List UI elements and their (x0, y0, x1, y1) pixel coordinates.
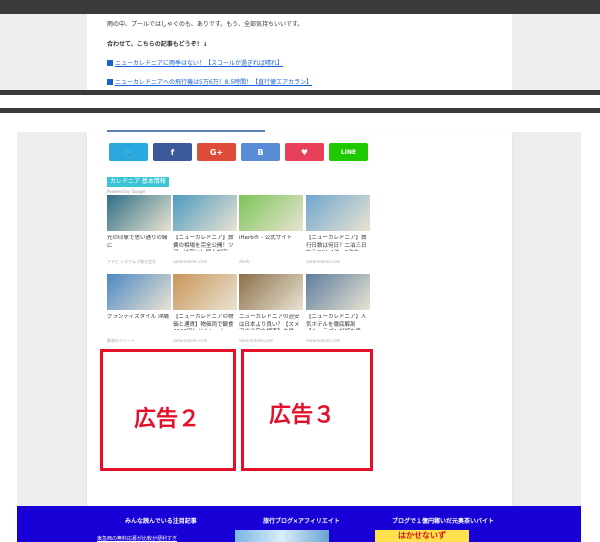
ad-caption: グランディスタイル 沖縄 (107, 314, 169, 320)
hatena-icon: B (257, 147, 264, 157)
line-share-button[interactable]: LINE (329, 143, 368, 161)
related-ad-card[interactable]: 【ニューカレドニア】人気ホテルを徹底解剖【ル・ラゴンが超お手... sakamot… (306, 274, 370, 343)
ad-caption: 【ニューカレドニア】旅費の相場を完全公開！ツアーは高い！個人が安... (173, 235, 234, 251)
footer-col2-title: 旅行ブログ×アフィリエイト (263, 518, 340, 525)
related-ad-card[interactable]: 【ニューカレドニア】旅費の相場を完全公開！ツアーは高い！個人が安... sakam… (173, 195, 237, 264)
line-icon: LINE (340, 148, 357, 156)
link-bullet-icon (107, 60, 113, 66)
ad-thumbnail (239, 274, 303, 310)
related-link-2-label: ニューカレドニアへの飛行機は5万6万！8.5時間！【直行便エアカラン】 (115, 79, 313, 86)
ad-caption: 【ニューカレドニア】人気ホテルを徹底解剖【ル・ラゴンが超お手... (306, 314, 367, 330)
related-ad-card[interactable]: 【ニューカレドニア】旅行日数は何日？二泊三日からOK！4泊・5泊な... saka… (306, 195, 370, 264)
hatena-share-button[interactable]: B (241, 143, 280, 161)
article-screenshot-top: 雨の中、プールではしゃぐのも、ありです。もう、全部気持ちいいです。 合わせて、こ… (0, 14, 600, 90)
ad-thumbnail (173, 195, 237, 231)
footer-col1-title: みんな読んでいる注目記事 (125, 518, 197, 525)
ad-slot-3-label: 広告３ (269, 403, 336, 428)
footer-col3-title: ブログで１億円稼いだ元奥茶いバイト (392, 518, 495, 525)
related-ad-card[interactable]: グランディスタイル 沖縄 静寂のリゾート (107, 274, 171, 344)
footer-col3-banner[interactable]: はかせないず (375, 530, 469, 542)
article-text-line: 雨の中、プールではしゃぐのも、ありです。もう、全部気持ちいいです。 (107, 21, 304, 28)
related-link-1-label: ニューカレドニアに雨季はない！【スコールが過ぎれば晴れ】 (115, 60, 284, 67)
pocket-icon: ♥ (300, 147, 309, 157)
divider-line (107, 130, 265, 132)
divider-gap (0, 95, 600, 108)
ad-slot-2-label: 広告２ (134, 407, 201, 432)
ad-thumbnail (107, 274, 171, 310)
related-link-1[interactable]: ニューカレドニアに雨季はない！【スコールが過ぎれば晴れ】 (107, 58, 283, 67)
related-ad-card[interactable]: ニューカレドニアの治安は日本より良い？【スメアの治安を調査】六単... sakam… (239, 274, 303, 343)
article-body: 雨の中、プールではしゃぐのも、ありです。もう、全部気持ちいいです。 合わせて、こ… (87, 14, 512, 90)
ad-thumbnail (173, 274, 237, 310)
ad-thumbnail (107, 195, 171, 231)
google-plus-share-button[interactable]: G+ (197, 143, 236, 161)
ad-thumbnail (306, 195, 370, 231)
link-bullet-icon (107, 79, 113, 85)
category-tag[interactable]: カレドニア 基本情報 (107, 177, 169, 187)
ad-source: sakamotomi.com (306, 338, 341, 343)
related-heading: 合わせて、こちらの記事もどうぞ！↓ (107, 41, 208, 48)
ad-slot-2[interactable]: 広告２ (100, 349, 236, 471)
ad-source: sakamotomi.com (173, 338, 208, 343)
powered-by-label: Powered by Google (107, 189, 146, 194)
related-link-2[interactable]: ニューカレドニアへの飛行機は5万6万！8.5時間！【直行便エアカラン】 (107, 77, 312, 86)
twitter-icon: 🐦 (123, 147, 134, 157)
browser-top-bar (0, 0, 600, 14)
twitter-share-button[interactable]: 🐦 (109, 143, 148, 161)
ad-source: 静寂のリゾート (107, 338, 135, 343)
facebook-share-button[interactable]: f (153, 143, 192, 161)
ad-source: iHerb (239, 259, 250, 264)
footer-widgets: みんな読んでいる注目記事 東急西の無料応募が比較が便利すぎ 旅行ブログ×アフィリ… (17, 506, 581, 542)
related-ad-card[interactable]: 【ニューカレドニアの物価と通貨】物価両で観食4000円！ドルレート... saka… (173, 274, 237, 343)
ad-caption: ニューカレドニアの治安は日本より良い？【スメアの治安を調査】六単... (239, 314, 300, 330)
ad-caption: 光の印象で思い通りの縁に (107, 235, 168, 249)
pocket-share-button[interactable]: ♥ (285, 143, 324, 161)
ad-caption: iHerb® - 公式サイト (239, 235, 293, 241)
google-plus-icon: G+ (209, 147, 224, 157)
ad-source: sakamotomi.com (173, 259, 208, 264)
ad-source: アドビ システムズ株式会社 (107, 259, 157, 264)
ad-source: sakamotomi.com (239, 338, 274, 343)
facebook-icon: f (170, 147, 175, 157)
related-ad-card[interactable]: iHerb® - 公式サイト iHerb (239, 195, 303, 264)
ad-thumbnail (306, 274, 370, 310)
ad-slot-3[interactable]: 広告３ (241, 349, 373, 471)
ad-source: sakamotomi.com (306, 259, 341, 264)
ad-caption: 【ニューカレドニア】旅行日数は何日？二泊三日からOK！4泊・5泊な... (306, 235, 367, 251)
related-ad-card[interactable]: 光の印象で思い通りの縁にアドビ システムズ株式会社 (107, 195, 171, 265)
footer-col2-image[interactable] (235, 530, 329, 542)
ad-caption: 【ニューカレドニアの物価と通貨】物価両で観食4000円！ドルレート... (173, 314, 234, 330)
footer-col1-link[interactable]: 東急西の無料応募が比較が便利すぎ (97, 535, 177, 542)
ad-thumbnail (239, 195, 303, 231)
